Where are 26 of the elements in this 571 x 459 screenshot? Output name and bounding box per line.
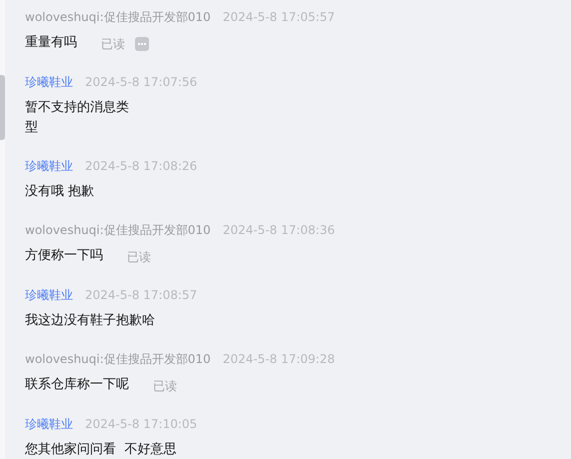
message-text: 我这边没有鞋子抱歉哈 <box>25 312 155 330</box>
timestamp: 2024-5-8 17:09:28 <box>222 352 335 366</box>
scrollbar-thumb[interactable] <box>0 75 5 140</box>
sender-name[interactable]: 珍曦鞋业 <box>25 416 73 432</box>
read-receipt: 已读 <box>101 36 125 53</box>
message-text: 没有哦 抱歉 <box>25 183 94 201</box>
timestamp: 2024-5-8 17:10:05 <box>85 417 198 431</box>
read-receipt: 已读 <box>127 249 151 266</box>
sender-name: woloveshuqi:促佳搜品开发部010 <box>25 8 211 26</box>
more-icon[interactable] <box>135 37 149 51</box>
sender-name[interactable]: 珍曦鞋业 <box>25 286 73 304</box>
timestamp: 2024-5-8 17:08:36 <box>222 223 335 237</box>
sender-name[interactable]: 珍曦鞋业 <box>25 74 73 90</box>
message-text: 方便称一下吗 <box>25 247 103 265</box>
message-text: 联系仓库称一下呢 <box>25 376 129 394</box>
read-receipt: 已读 <box>153 378 177 395</box>
sender-name[interactable]: 珍曦鞋业 <box>25 158 73 174</box>
timestamp: 2024-5-8 17:08:26 <box>85 159 198 173</box>
sender-name: woloveshuqi:促佳搜品开发部010 <box>25 350 211 368</box>
timestamp: 2024-5-8 17:05:57 <box>222 10 335 24</box>
message-text: 暂不支持的消息类型 <box>25 99 130 137</box>
sender-name: woloveshuqi:促佳搜品开发部010 <box>25 222 211 238</box>
timestamp: 2024-5-8 17:07:56 <box>85 75 198 89</box>
message-text: 重量有吗 <box>25 34 77 52</box>
timestamp: 2024-5-8 17:08:57 <box>85 288 198 302</box>
message-text: 您其他家问问看 不好意思 <box>25 441 176 459</box>
